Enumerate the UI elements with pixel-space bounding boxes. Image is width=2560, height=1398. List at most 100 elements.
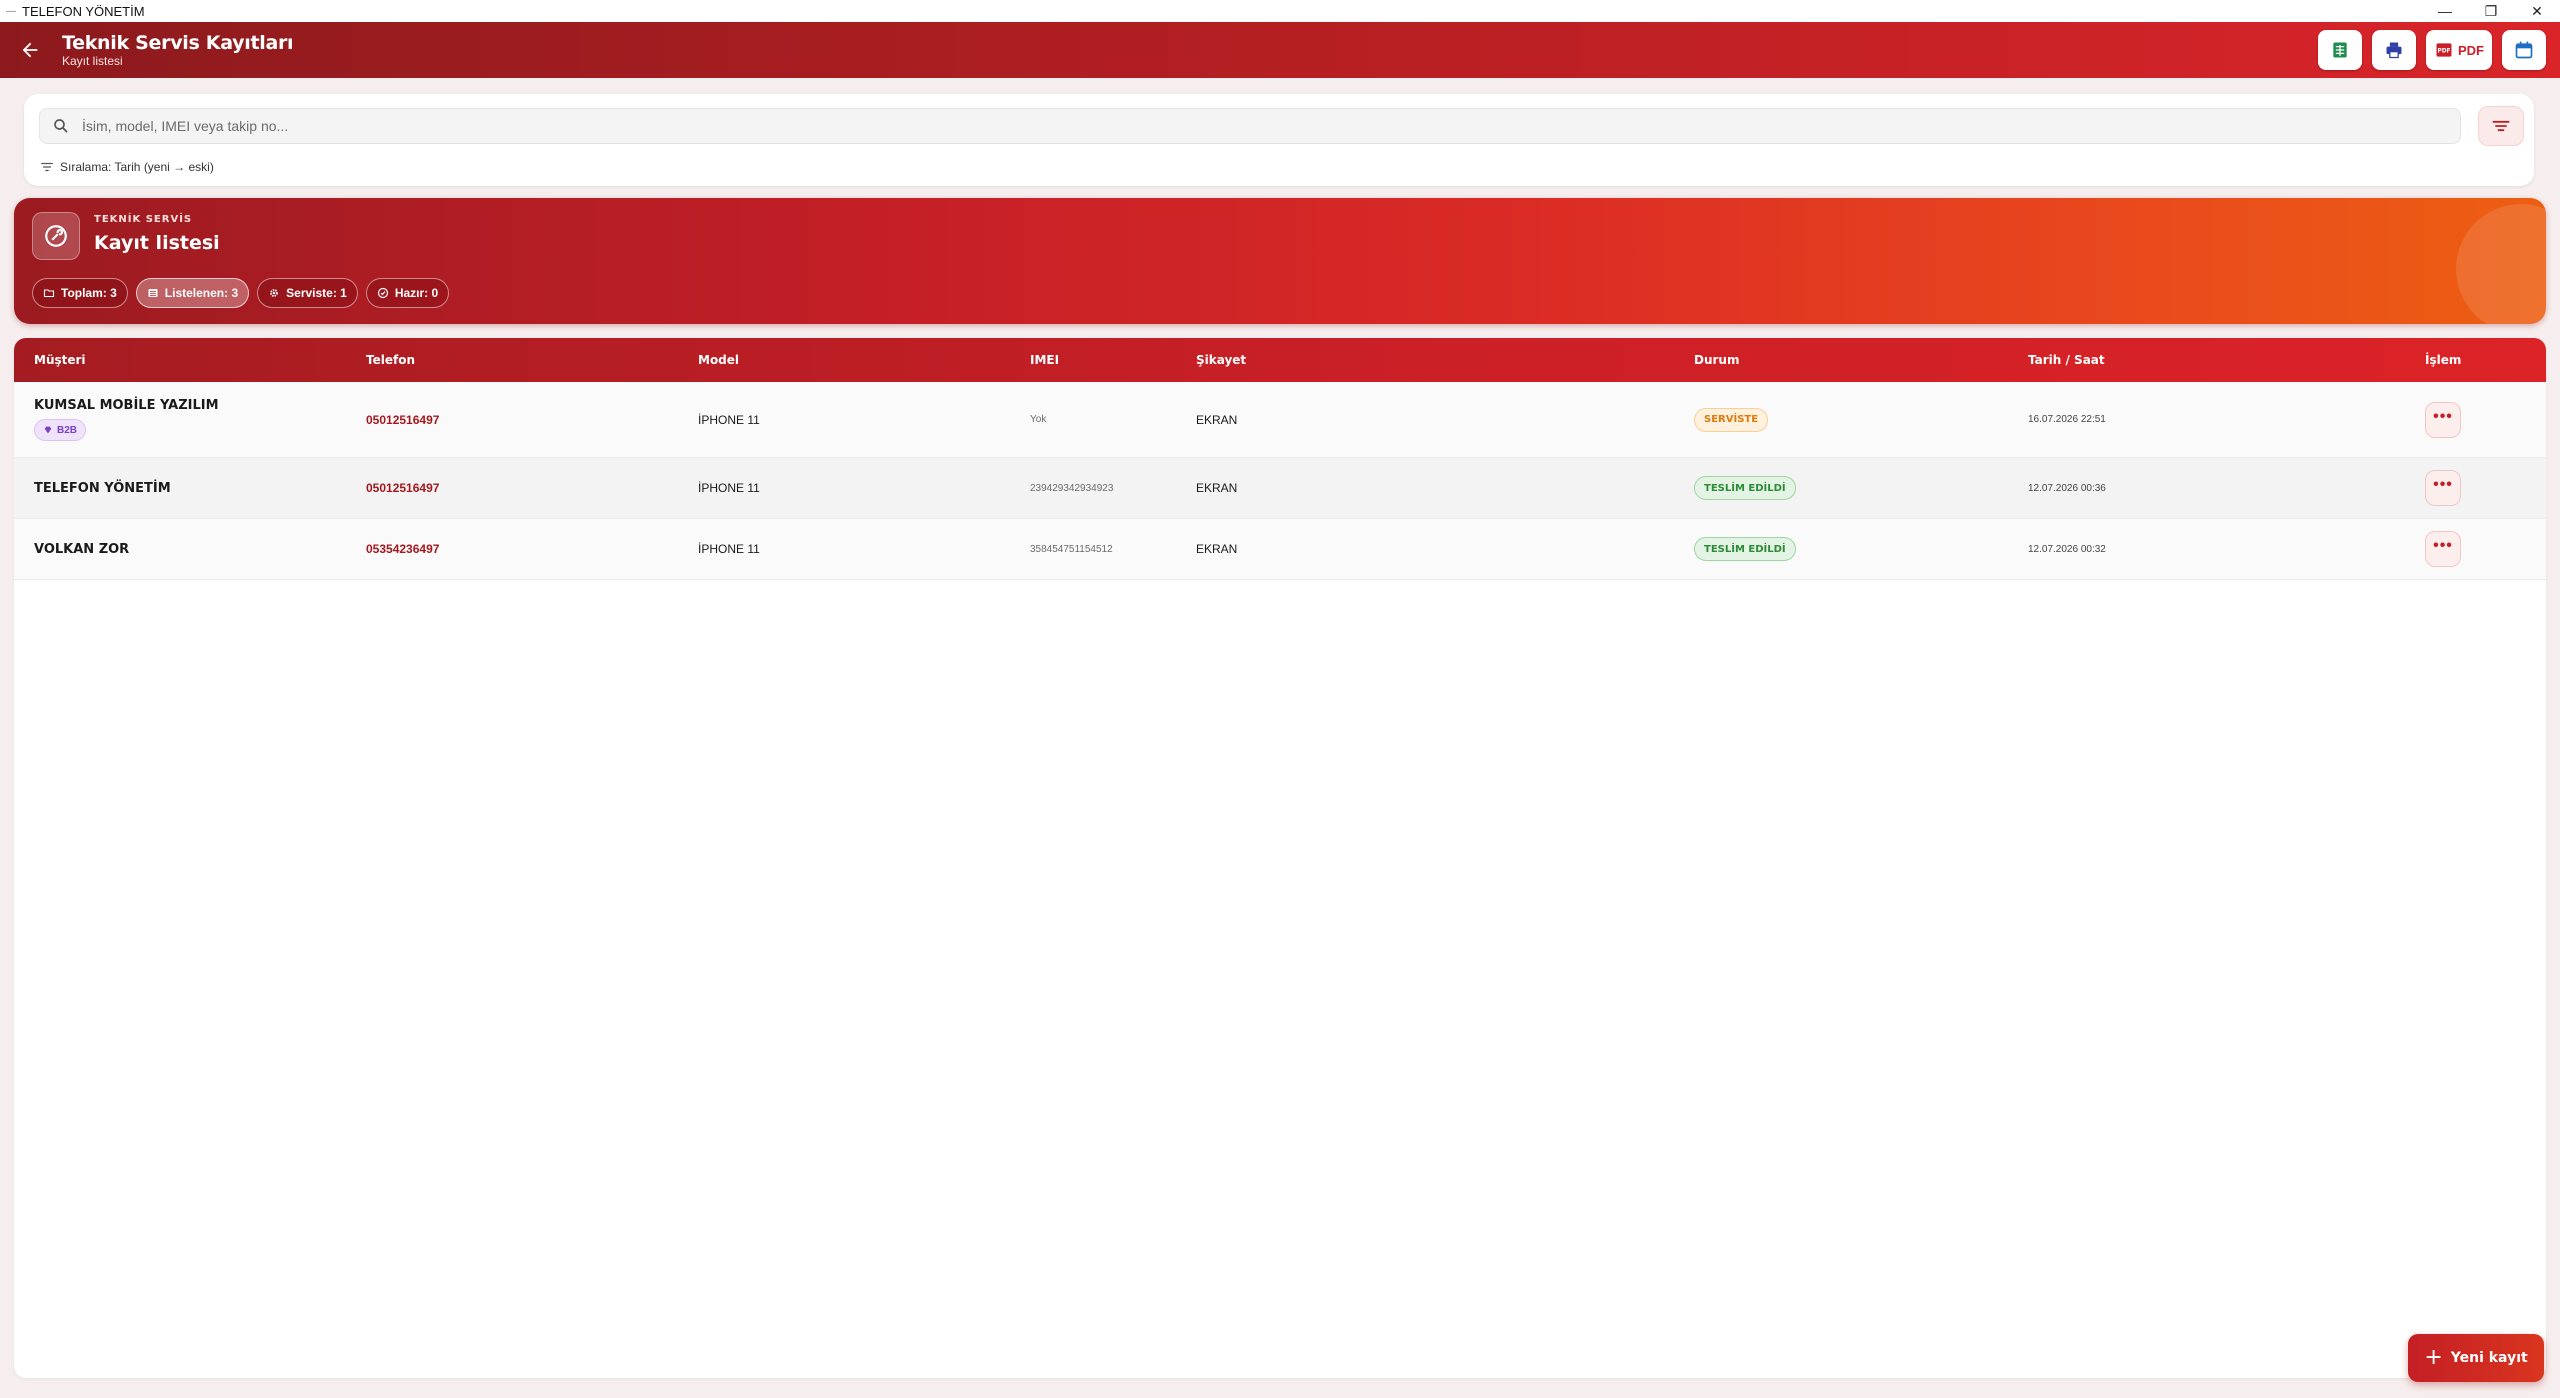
page-subtitle: Kayıt listesi [62, 54, 123, 68]
diamond-icon [44, 426, 52, 434]
row-actions-button[interactable]: ••• [2425, 470, 2461, 506]
search-input[interactable] [82, 118, 2382, 134]
folder-icon [43, 289, 55, 298]
status-cell: TESLİM EDİLDİ [1694, 458, 1796, 518]
customer-cell: KUMSAL MOBİLE YAZILIM B2B [34, 382, 219, 457]
imei-cell: 239429342934923 [1030, 482, 1114, 494]
chip-ready[interactable]: Hazır: 0 [365, 278, 450, 308]
hero-chips: Toplam: 3 Listelenen: 3 Serviste: 1 Hazı… [32, 278, 450, 308]
complaint-cell: EKRAN [1196, 542, 1238, 556]
row-actions-button[interactable]: ••• [2425, 531, 2461, 567]
header-actions: PDF PDF [2318, 30, 2546, 70]
hero-icon-box [32, 212, 80, 260]
chip-listed[interactable]: Listelenen: 3 [135, 278, 250, 308]
chip-label: Hazır: 0 [394, 286, 439, 300]
b2b-badge: B2B [34, 419, 87, 441]
printer-icon [2386, 42, 2402, 59]
minimize-icon[interactable]: — [2422, 0, 2468, 22]
chip-total[interactable]: Toplam: 3 [32, 278, 128, 308]
customer-cell: TELEFON YÖNETİM [34, 458, 171, 518]
chip-label: Listelenen: 3 [164, 286, 239, 300]
complaint-cell: EKRAN [1196, 412, 1238, 427]
arrow-left-icon [22, 42, 38, 58]
phone-cell[interactable]: 05012516497 [366, 382, 439, 457]
imei-cell: Yok [1030, 414, 1047, 425]
model-cell: İPHONE 11 [698, 412, 760, 427]
search-icon [54, 119, 68, 133]
more-horizontal-icon: ••• [2433, 476, 2453, 493]
row-actions-button[interactable]: ••• [2425, 401, 2461, 438]
chip-in-service[interactable]: Serviste: 1 [257, 278, 358, 308]
b2b-label: B2B [57, 424, 78, 436]
pdf-icon: PDF [2436, 43, 2452, 57]
header-titles: Teknik Servis Kayıtları Kayıt listesi [62, 32, 294, 68]
column-header-datetime[interactable]: Tarih / Saat [2028, 338, 2105, 382]
column-header-status[interactable]: Durum [1694, 338, 1739, 382]
customer-name: TELEFON YÖNETİM [34, 480, 171, 496]
back-button[interactable] [10, 30, 50, 70]
search-card: Sıralama: Tarih (yeni → eski) [24, 94, 2534, 186]
sort-button[interactable] [2478, 106, 2524, 146]
datetime-cell: 12.07.2026 00:32 [2028, 543, 2106, 555]
hero-banner: TEKNİK SERVİS Kayıt listesi Toplam: 3 Li… [14, 198, 2546, 324]
model-cell: İPHONE 11 [698, 542, 760, 556]
calendar-icon [2515, 41, 2533, 59]
table-row[interactable]: TELEFON YÖNETİM 05012516497 İPHONE 11 23… [14, 458, 2546, 519]
customer-name: VOLKAN ZOR [34, 541, 130, 557]
datetime-cell: 16.07.2026 22:51 [2028, 414, 2106, 425]
imei-cell: 358454751154512 [1030, 543, 1113, 555]
datetime-cell: 12.07.2026 00:36 [2028, 482, 2106, 494]
column-header-action: İşlem [2425, 353, 2462, 367]
model-cell: İPHONE 11 [698, 481, 760, 495]
list-icon [148, 289, 158, 297]
search-box [39, 108, 2461, 144]
column-header-complaint[interactable]: Şikayet [1196, 338, 1246, 382]
status-badge: SERVİSTE [1694, 407, 1769, 432]
pdf-export-button[interactable]: PDF PDF [2426, 30, 2492, 70]
customer-cell: VOLKAN ZOR [34, 519, 129, 579]
more-horizontal-icon: ••• [2433, 537, 2453, 554]
status-cell: TESLİM EDİLDİ [1694, 519, 1796, 579]
table-header: Müşteri Telefon Model IMEI Şikayet Durum… [14, 338, 2546, 382]
table-row[interactable]: KUMSAL MOBİLE YAZILIM B2B 05012516497 İP… [14, 382, 2546, 458]
print-button[interactable] [2372, 30, 2416, 70]
check-circle-icon [377, 287, 388, 299]
new-record-button[interactable]: + Yeni kayıt [2408, 1334, 2544, 1382]
restore-icon[interactable]: ❐ [2468, 0, 2514, 22]
gear-icon [270, 289, 279, 297]
column-header-customer[interactable]: Müşteri [34, 338, 86, 382]
filter-icon [41, 162, 53, 172]
action-cell: ••• [2425, 458, 2461, 518]
status-badge: TESLİM EDİLDİ [1694, 476, 1796, 500]
status-badge: TESLİM EDİLDİ [1694, 537, 1796, 561]
calendar-button[interactable] [2502, 30, 2546, 70]
column-header-model[interactable]: Model [698, 338, 739, 382]
new-record-label: Yeni kayıt [2450, 1350, 2528, 1366]
column-header-phone[interactable]: Telefon [366, 338, 415, 382]
hero-kicker: TEKNİK SERVİS [94, 214, 193, 225]
sort-info: Sıralama: Tarih (yeni → eski) [40, 160, 214, 174]
phone-cell[interactable]: 05354236497 [366, 519, 439, 579]
customer-name: KUMSAL MOBİLE YAZILIM [34, 398, 219, 413]
app-icon: — [6, 5, 16, 17]
table-row[interactable]: VOLKAN ZOR 05354236497 İPHONE 11 3584547… [14, 519, 2546, 580]
sort-icon [2492, 120, 2510, 132]
complaint-cell: EKRAN [1196, 481, 1238, 495]
hero-title: Kayıt listesi [94, 232, 220, 254]
more-horizontal-icon: ••• [2433, 407, 2453, 425]
pdf-label: PDF [2458, 42, 2484, 58]
window-titlebar: — TELEFON YÖNETİM — ❐ ✕ [0, 0, 2560, 22]
records-table: Müşteri Telefon Model IMEI Şikayet Durum… [14, 338, 2546, 1378]
phone-cell[interactable]: 05012516497 [366, 458, 439, 518]
svg-text:PDF: PDF [2437, 49, 2450, 55]
spreadsheet-icon [2333, 42, 2347, 58]
chip-label: Serviste: 1 [286, 286, 347, 300]
column-header-imei[interactable]: IMEI [1030, 338, 1059, 382]
action-cell: ••• [2425, 519, 2461, 579]
excel-export-button[interactable] [2318, 30, 2362, 70]
window-controls: — ❐ ✕ [2422, 0, 2560, 22]
plus-icon: + [2424, 1345, 2443, 1370]
close-icon[interactable]: ✕ [2514, 0, 2560, 22]
window-title: TELEFON YÖNETİM [22, 3, 145, 19]
action-cell: ••• [2425, 382, 2461, 457]
